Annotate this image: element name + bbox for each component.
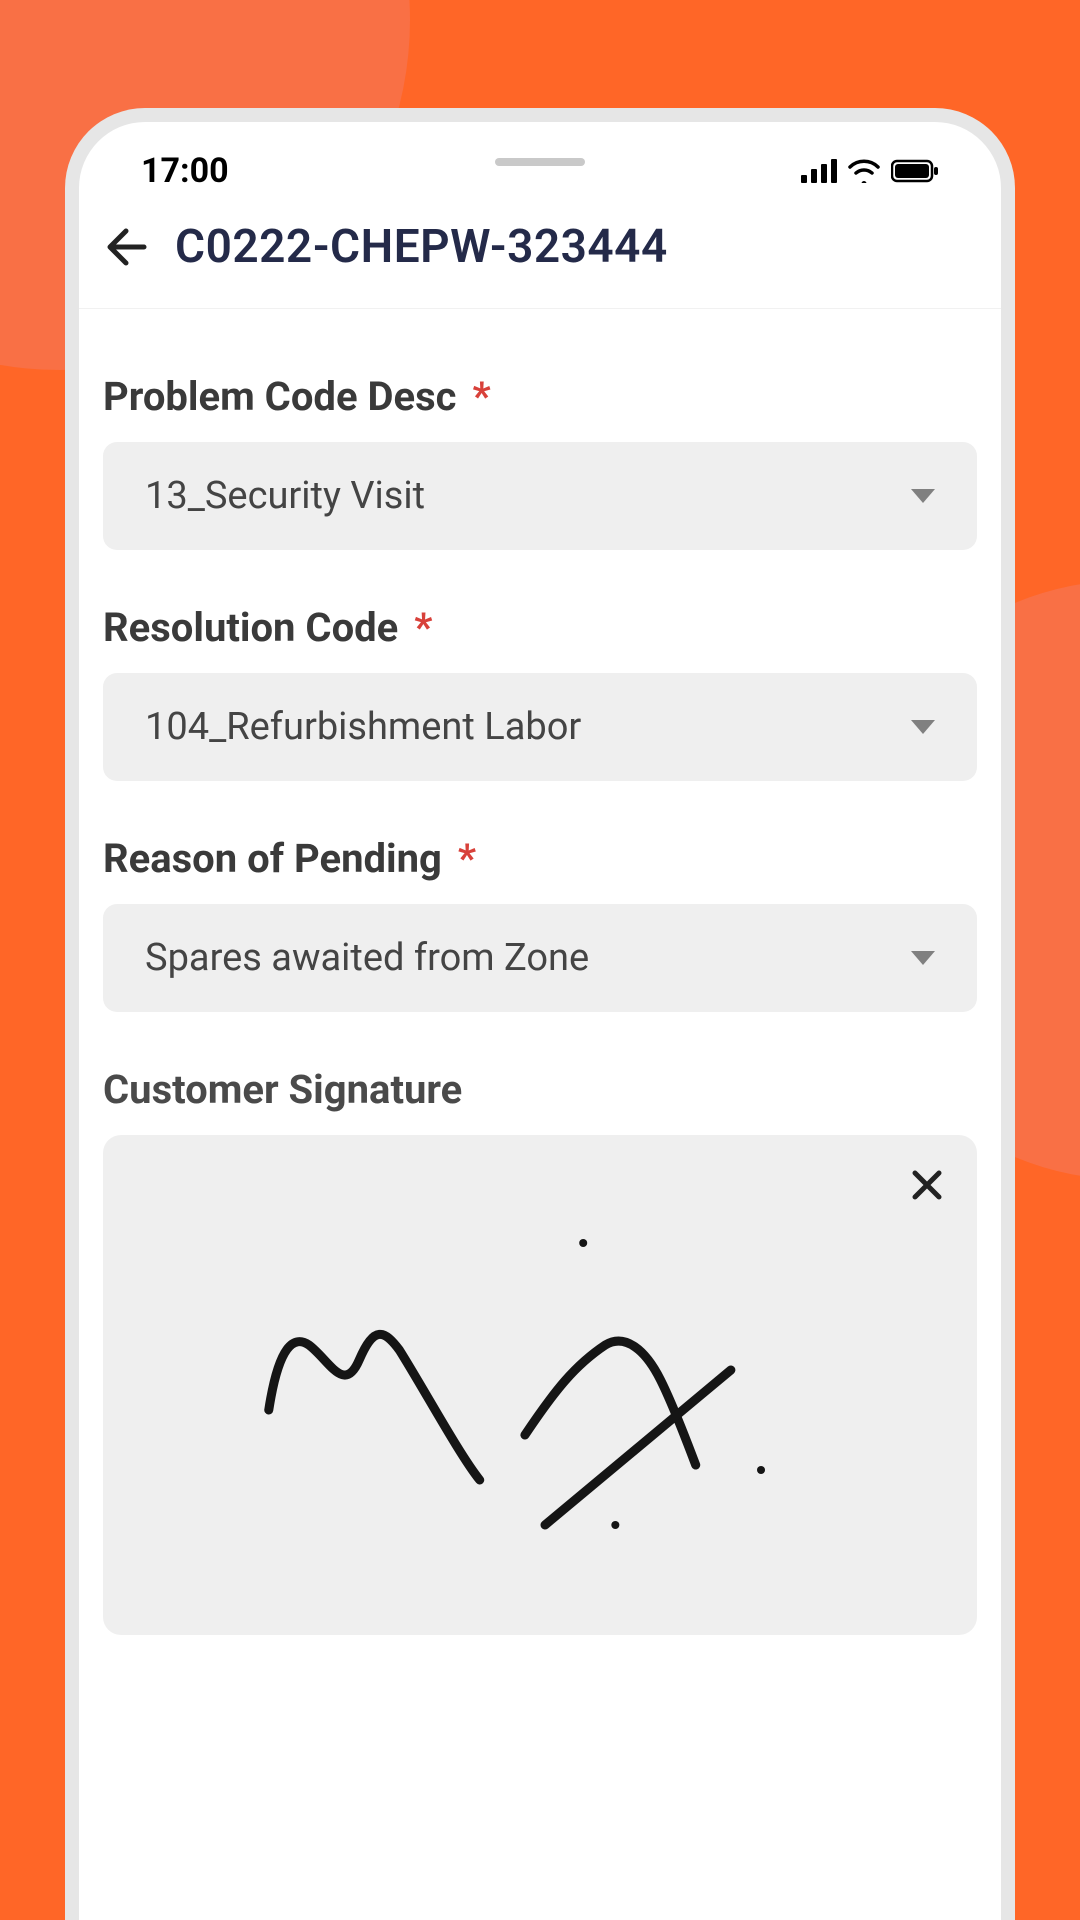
form-body: Problem Code Desc * 13_Security Visit Re… [79,309,1001,1635]
chevron-down-icon [911,951,935,965]
field-label: Customer Signature [103,1066,977,1113]
select-value: 13_Security Visit [145,474,425,518]
status-icons [801,159,939,183]
field-resolution-code: Resolution Code * 104_Refurbishment Labo… [103,604,977,781]
phone-frame: 17:00 C02 [65,108,1015,1920]
chevron-down-icon [911,489,935,503]
pending-reason-select[interactable]: Spares awaited from Zone [103,904,977,1012]
field-label: Resolution Code * [103,604,977,651]
field-label: Problem Code Desc * [103,373,977,420]
field-label: Reason of Pending * [103,835,977,882]
field-pending-reason: Reason of Pending * Spares awaited from … [103,835,977,1012]
speaker-notch [495,158,585,166]
app-bar: C0222-CHEPW-323444 [79,202,1001,309]
signature-pad[interactable] [103,1135,977,1635]
label-text: Resolution Code [103,604,398,651]
resolution-code-select[interactable]: 104_Refurbishment Labor [103,673,977,781]
required-marker: * [458,835,476,882]
select-value: Spares awaited from Zone [145,936,589,980]
label-text: Reason of Pending [103,835,442,882]
back-button[interactable] [101,222,151,272]
required-marker: * [414,604,432,651]
wifi-icon [847,159,881,183]
field-problem-code: Problem Code Desc * 13_Security Visit [103,373,977,550]
cellular-signal-icon [801,159,837,183]
battery-icon [891,159,939,183]
page-title: C0222-CHEPW-323444 [175,220,668,274]
required-marker: * [472,373,490,420]
label-text: Problem Code Desc [103,373,456,420]
arrow-left-icon [104,225,148,269]
problem-code-select[interactable]: 13_Security Visit [103,442,977,550]
signature-stroke [103,1135,977,1635]
select-value: 104_Refurbishment Labor [145,705,581,749]
status-time: 17:00 [141,151,229,191]
chevron-down-icon [911,720,935,734]
field-signature: Customer Signature [103,1066,977,1635]
status-bar: 17:00 [79,122,1001,202]
